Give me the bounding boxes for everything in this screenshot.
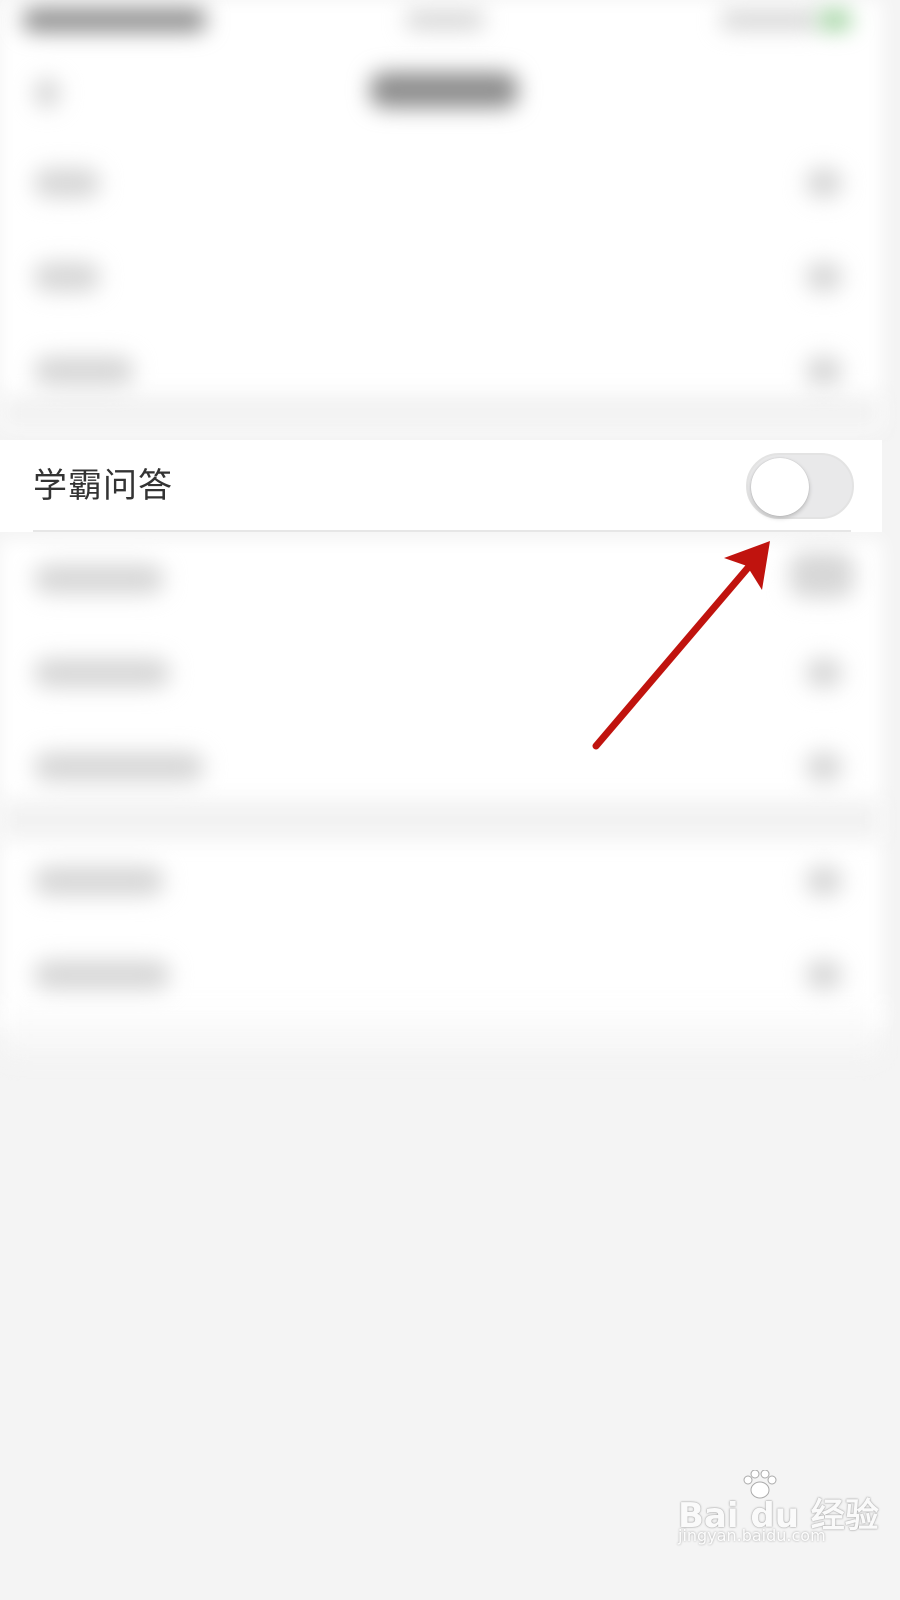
blurred-status-left xyxy=(22,8,207,32)
blurred-row-chevron-icon xyxy=(806,658,842,688)
blurred-row-label[interactable] xyxy=(34,752,204,782)
blurred-back-icon[interactable] xyxy=(34,78,60,108)
blurred-row-chevron-icon xyxy=(806,960,842,990)
blurred-row-chevron-icon xyxy=(806,168,842,198)
setting-row-xueba-qa: 学霸问答 xyxy=(0,440,882,532)
blurred-row-chevron-icon xyxy=(806,866,842,896)
settings-screen: 学霸问答 Bai du 经验 jingyan.baidu.com xyxy=(0,0,882,1568)
blurred-row-label[interactable] xyxy=(34,658,170,688)
blurred-row-chevron-icon xyxy=(806,356,842,386)
section-gap xyxy=(0,800,882,840)
blurred-row-label[interactable] xyxy=(34,866,164,896)
blurred-row-label[interactable] xyxy=(34,564,164,594)
section-gap xyxy=(0,395,882,431)
blurred-status-right xyxy=(720,10,820,30)
blurred-toggle[interactable] xyxy=(790,552,854,598)
blurred-page-title xyxy=(370,72,518,108)
setting-label: 学霸问答 xyxy=(33,466,173,506)
blurred-row-chevron-icon xyxy=(806,262,842,292)
blurred-battery-icon xyxy=(818,10,852,30)
blurred-row-label[interactable] xyxy=(34,262,100,292)
blurred-row-label[interactable] xyxy=(34,168,100,198)
blurred-row-label[interactable] xyxy=(34,356,134,386)
baidu-jingyan-watermark: Bai du 经验 jingyan.baidu.com xyxy=(672,1470,879,1550)
blurred-status-time xyxy=(405,10,485,30)
watermark-url: jingyan.baidu.com xyxy=(678,1526,826,1545)
toggle-knob[interactable] xyxy=(751,458,809,516)
section-fade xyxy=(0,1000,882,1060)
blurred-settings-lower xyxy=(0,540,882,1030)
blurred-row-chevron-icon xyxy=(806,752,842,782)
row-divider xyxy=(33,530,851,532)
blurred-row-label[interactable] xyxy=(34,960,170,990)
xueba-qa-toggle[interactable] xyxy=(746,453,854,519)
